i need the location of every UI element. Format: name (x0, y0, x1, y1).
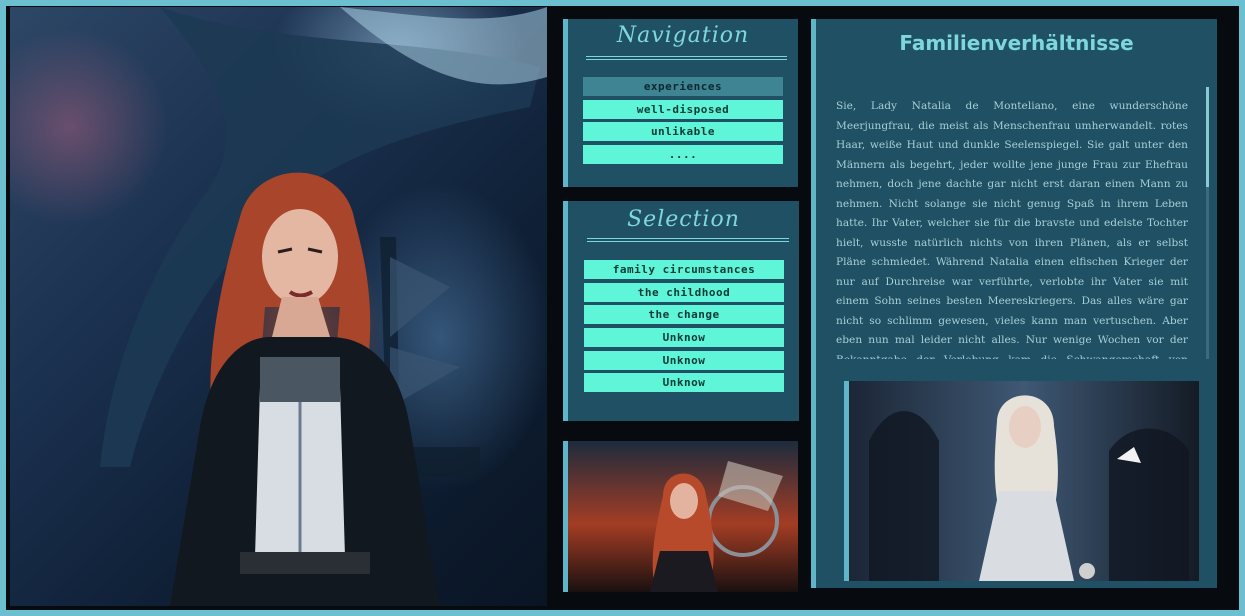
content-image-frame (844, 381, 1199, 581)
small-portrait-frame (563, 441, 798, 592)
selection-item-unknow-2[interactable]: Unknow (584, 351, 784, 370)
content-image-icon (849, 381, 1199, 581)
portrait-image-icon (568, 441, 798, 592)
navigation-title: Navigation (616, 23, 750, 48)
selection-divider (587, 238, 789, 242)
selection-item-the-change[interactable]: the change (584, 305, 784, 324)
hero-artwork-icon (100, 7, 547, 606)
nav-item-well-disposed[interactable]: well-disposed (583, 100, 783, 119)
story-scrollbar[interactable] (1206, 87, 1209, 359)
story-text: Sie, Lady Natalia de Monteliano, eine wu… (836, 100, 1188, 359)
selection-item-the-childhood[interactable]: the childhood (584, 283, 784, 302)
selection-item-family-circumstances[interactable]: family circumstances (584, 260, 784, 279)
hero-image (10, 7, 547, 606)
selection-title: Selection (627, 207, 740, 232)
selection-item-unknow-3[interactable]: Unknow (584, 373, 784, 392)
navigation-panel: Navigation experiences well-disposed unl… (563, 19, 798, 187)
navigation-divider (586, 56, 787, 60)
nav-item-unlikable[interactable]: unlikable (583, 122, 783, 141)
content-title: Familienverhältnisse (899, 31, 1134, 55)
nav-item-experiences[interactable]: experiences (583, 77, 783, 96)
nav-item-more[interactable]: .... (583, 145, 783, 164)
selection-panel: Selection family circumstances the child… (563, 201, 799, 421)
selection-item-unknow-1[interactable]: Unknow (584, 328, 784, 347)
story-scrollbar-thumb[interactable] (1206, 87, 1209, 187)
